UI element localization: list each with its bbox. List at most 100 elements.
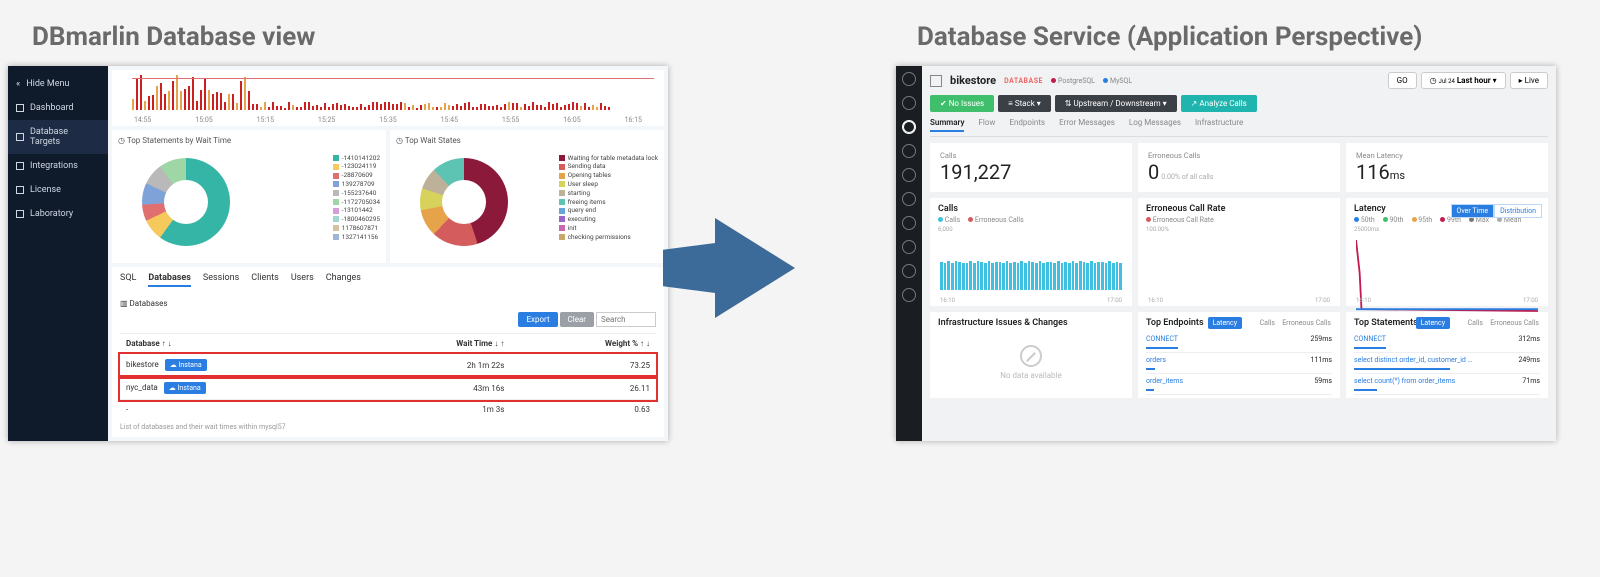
side-integrations[interactable]: Integrations	[8, 154, 108, 178]
icon-rail	[896, 66, 922, 441]
nav-label: Laboratory	[30, 209, 73, 219]
tab-users[interactable]: Users	[291, 273, 314, 287]
rail-home-icon[interactable]	[902, 72, 916, 86]
dbmarlin-panel: « Hide Menu Dashboard Database Targets I…	[8, 66, 668, 441]
rail-infra-icon[interactable]	[902, 144, 916, 158]
calls-chart: Calls Calls Erroneous Calls 6,000 16:101…	[930, 198, 1132, 306]
issues-button[interactable]: ✔ No Issues	[930, 95, 994, 112]
rail-settings-icon[interactable]	[902, 264, 916, 278]
action-bar: ✔ No Issues ≡ Stack ▾ ⇅ Upstream / Downs…	[930, 95, 1548, 112]
rail-alert-icon[interactable]	[902, 240, 916, 254]
tab-databases[interactable]: Databases	[148, 273, 191, 287]
subtab-infrastructure[interactable]: Infrastructure	[1195, 118, 1243, 132]
database-badge: DATABASE	[1004, 77, 1043, 85]
kpi-label: Calls	[940, 151, 1122, 160]
rail-apps-icon[interactable]	[902, 120, 916, 134]
calls-pill[interactable]: Calls	[1255, 317, 1280, 329]
timerange-button[interactable]: ◷ Jul 24 Last hour ▾	[1421, 72, 1506, 89]
rail-events-icon[interactable]	[902, 192, 916, 206]
rail-more-icon[interactable]	[902, 288, 916, 302]
instana-button[interactable]: ☁ Instana	[164, 382, 206, 394]
statements-legend: -1410141202-123024119-28870609139278709-…	[333, 154, 380, 242]
go-button[interactable]: GO	[1388, 72, 1417, 89]
subtab-summary[interactable]: Summary	[930, 118, 964, 132]
updown-button[interactable]: ⇅ Upstream / Downstream ▾	[1055, 95, 1177, 112]
card-title: ◷ Top Statements by Wait Time	[118, 136, 380, 145]
rail-search-icon[interactable]	[902, 216, 916, 230]
subtab-endpoints[interactable]: Endpoints	[1009, 118, 1045, 132]
latency-pill[interactable]: Latency	[1208, 317, 1242, 329]
side-laboratory[interactable]: Laboratory	[8, 202, 108, 226]
subtab-error-messages[interactable]: Error Messages	[1059, 118, 1115, 132]
col-weight[interactable]: Weight % ↑ ↓	[510, 334, 656, 354]
stack-button[interactable]: ≡ Stack ▾	[998, 95, 1051, 112]
tab-clients[interactable]: Clients	[251, 273, 279, 287]
instana-panel: bikestore DATABASE PostgreSQL MySQL GO ◷…	[896, 66, 1556, 441]
rank-row[interactable]: PG_INDEXES52ms	[1146, 395, 1332, 398]
cube-icon	[930, 75, 942, 87]
tag-mysql: MySQL	[1103, 77, 1132, 85]
table-row[interactable]: bikestore☁ Instana2h 1m 22s73.25	[120, 354, 656, 377]
y-label: 6,000	[938, 226, 1124, 233]
top-statements-card: ◷ Top Statements by Wait Time -141014120…	[112, 130, 386, 263]
col-database[interactable]: Database ↑ ↓	[120, 334, 357, 354]
chart-legend: Erroneous Call Rate	[1146, 216, 1332, 224]
error-rate-chart: Erroneous Call Rate Erroneous Call Rate …	[1138, 198, 1340, 306]
header: bikestore DATABASE PostgreSQL MySQL GO ◷…	[930, 72, 1548, 89]
side-nav: « Hide Menu Dashboard Database Targets I…	[8, 66, 108, 441]
rank-row[interactable]: orders111ms	[1146, 353, 1332, 374]
nodata-icon	[1020, 345, 1042, 367]
tab-sessions[interactable]: Sessions	[203, 273, 239, 287]
segment-toggle[interactable]: Over Time Distribution	[1451, 204, 1543, 218]
rank-row[interactable]: select order_id, count(*) from order_ite…	[1354, 395, 1540, 398]
rail-sites-icon[interactable]	[902, 96, 916, 110]
rank-row[interactable]: select count(*) from order_items71ms	[1354, 374, 1540, 395]
dashboard-icon	[16, 104, 24, 112]
instana-button[interactable]: ☁ Instana	[165, 359, 207, 371]
latency-pill[interactable]: Latency	[1416, 317, 1450, 329]
kpi-sub: 0.00% of all calls	[1161, 173, 1213, 181]
subtabs: Summary Flow Endpoints Error Messages Log Me…	[930, 118, 1548, 137]
rail-analyze-icon[interactable]	[902, 168, 916, 182]
subtab-flow[interactable]: Flow	[978, 118, 995, 132]
col-wait[interactable]: Wait Time ↓ ↑	[357, 334, 511, 354]
rank-row[interactable]: select distinct order_id, customer_id fr…	[1354, 353, 1540, 374]
section-title: ▥ Databases	[120, 299, 656, 308]
analyze-button[interactable]: ↗ Analyze Calls	[1181, 95, 1257, 112]
live-button[interactable]: ▸ Live	[1510, 72, 1548, 89]
export-button[interactable]: Export	[518, 312, 557, 327]
subtab-log-messages[interactable]: Log Messages	[1129, 118, 1181, 132]
rank-row[interactable]: order_items59ms	[1146, 374, 1332, 395]
rank-row[interactable]: CONNECT259ms	[1146, 332, 1332, 353]
clear-button[interactable]: Clear	[560, 312, 594, 327]
card-title: ◷ Top Wait States	[396, 136, 658, 145]
rank-row[interactable]: CONNECT312ms	[1354, 332, 1540, 353]
databases-section: ▥ Databases Export Clear Database ↑ ↓ Wa…	[112, 293, 664, 437]
bottom-panel-0: Infrastructure Issues & ChangesNo data a…	[930, 312, 1132, 398]
seg-distribution[interactable]: Distribution	[1494, 204, 1542, 218]
y-label: 25000ms	[1354, 226, 1540, 233]
bottom-panel-1: Top EndpointsLatency Calls Erroneous Cal…	[1138, 312, 1340, 398]
side-db-targets[interactable]: Database Targets	[8, 120, 108, 154]
page-title-left: DBmarlin Database view	[32, 22, 315, 52]
tab-sql[interactable]: SQL	[120, 273, 136, 287]
table-row[interactable]: -1m 3s0.63	[120, 400, 656, 420]
nav-label: Integrations	[30, 161, 78, 171]
table-row[interactable]: nyc_data☁ Instana43m 16s26.11	[120, 377, 656, 400]
search-input[interactable]	[596, 312, 656, 327]
calls-pill[interactable]: Calls	[1463, 317, 1488, 329]
top-wait-states-card: ◷ Top Wait States Waiting for table meta…	[390, 130, 664, 263]
side-dashboard[interactable]: Dashboard	[8, 96, 108, 120]
nav-label: Dashboard	[30, 103, 74, 113]
statements-donut-icon	[142, 158, 230, 246]
kpi-unit: ms	[1390, 169, 1405, 182]
plug-icon	[16, 162, 24, 170]
tab-changes[interactable]: Changes	[326, 273, 361, 287]
tag-postgres: PostgreSQL	[1051, 77, 1095, 85]
side-hide-menu[interactable]: « Hide Menu	[8, 72, 108, 96]
side-license[interactable]: License	[8, 178, 108, 202]
errors-pill[interactable]: Erroneous Calls	[1277, 317, 1336, 329]
kpi-value: 116	[1356, 160, 1390, 184]
errors-pill[interactable]: Erroneous Calls	[1485, 317, 1544, 329]
seg-overtime[interactable]: Over Time	[1451, 204, 1495, 218]
